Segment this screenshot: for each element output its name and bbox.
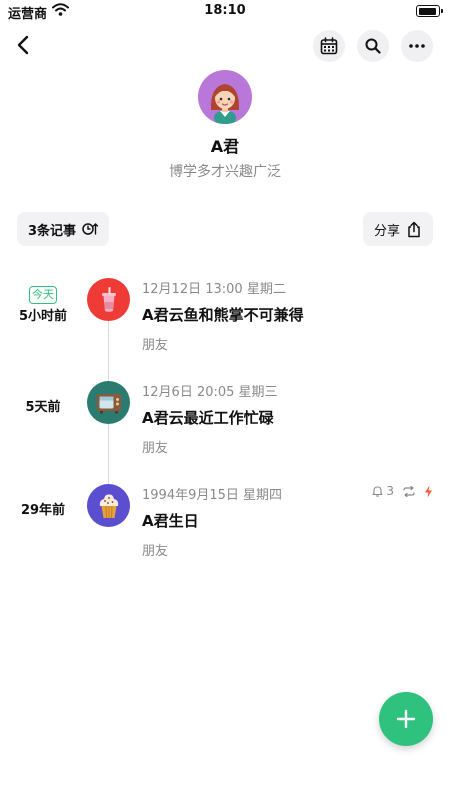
timeline-entry[interactable]: 今天 5小时前 12月12日 13:00 星期二 A君云鱼和熊掌不可兼得 朋友 [0, 278, 450, 368]
flash-icon [425, 485, 432, 497]
entry-datetime: 1994年9月15日 星期四 [142, 488, 283, 503]
drink-cup-icon [101, 286, 116, 312]
calendar-button[interactable] [313, 30, 345, 62]
entry-count-label: 3条记事 [28, 223, 77, 239]
add-entry-button[interactable] [379, 692, 433, 746]
entry-tag: 朋友 [142, 338, 169, 353]
entry-datetime: 12月6日 20:05 星期三 [142, 385, 278, 400]
more-horizontal-icon [409, 44, 425, 48]
sort-count-button[interactable]: 3条记事 [17, 212, 110, 246]
entry-tag: 朋友 [142, 441, 169, 456]
timeline-entry[interactable]: 5天前 12月6日 20:05 星期三 A君云最近工作忙碌 朋友 [0, 381, 450, 471]
relative-time: 29年前 [20, 503, 66, 518]
entry-icon-circle [87, 278, 130, 321]
entry-icon-circle [87, 484, 130, 527]
status-bar: 运营商 18:10 [0, 0, 450, 24]
more-button[interactable] [401, 30, 433, 62]
entry-title: A君云最近工作忙碌 [142, 409, 274, 427]
cupcake-icon [99, 493, 118, 518]
entry-meta: 3 [369, 484, 433, 498]
search-icon [365, 38, 381, 54]
avatar[interactable] [198, 70, 252, 124]
profile-name: A君 [210, 137, 240, 156]
avatar-girl-icon [210, 84, 240, 124]
share-icon [408, 221, 420, 237]
relative-time: 5天前 [25, 400, 61, 415]
relative-time: 5小时前 [18, 309, 68, 324]
search-button[interactable] [357, 30, 389, 62]
entry-tag: 朋友 [142, 544, 169, 559]
chevron-left-icon [17, 35, 29, 55]
profile-bio: 博学多才兴趣广泛 [169, 164, 281, 180]
today-badge: 今天 [29, 286, 57, 304]
reminder-count: 3 [386, 484, 394, 498]
back-button[interactable] [8, 30, 38, 60]
bell-icon [372, 486, 383, 497]
plus-icon [396, 709, 416, 729]
repeat-icon [403, 485, 415, 497]
status-time: 18:10 [204, 3, 246, 18]
calendar-icon [320, 37, 338, 55]
share-label: 分享 [373, 223, 400, 239]
timeline-entry[interactable]: 29年前 1994年9月15日 星期四 3 A君生日 朋友 [0, 484, 450, 574]
battery-icon [416, 5, 443, 17]
entry-title: A君云鱼和熊掌不可兼得 [142, 306, 304, 324]
entry-title: A君生日 [142, 512, 199, 530]
entry-datetime: 12月12日 13:00 星期二 [142, 282, 286, 297]
clock-sort-icon [82, 223, 99, 235]
tv-icon [96, 393, 121, 413]
share-button[interactable]: 分享 [362, 212, 433, 246]
entry-icon-circle [87, 381, 130, 424]
